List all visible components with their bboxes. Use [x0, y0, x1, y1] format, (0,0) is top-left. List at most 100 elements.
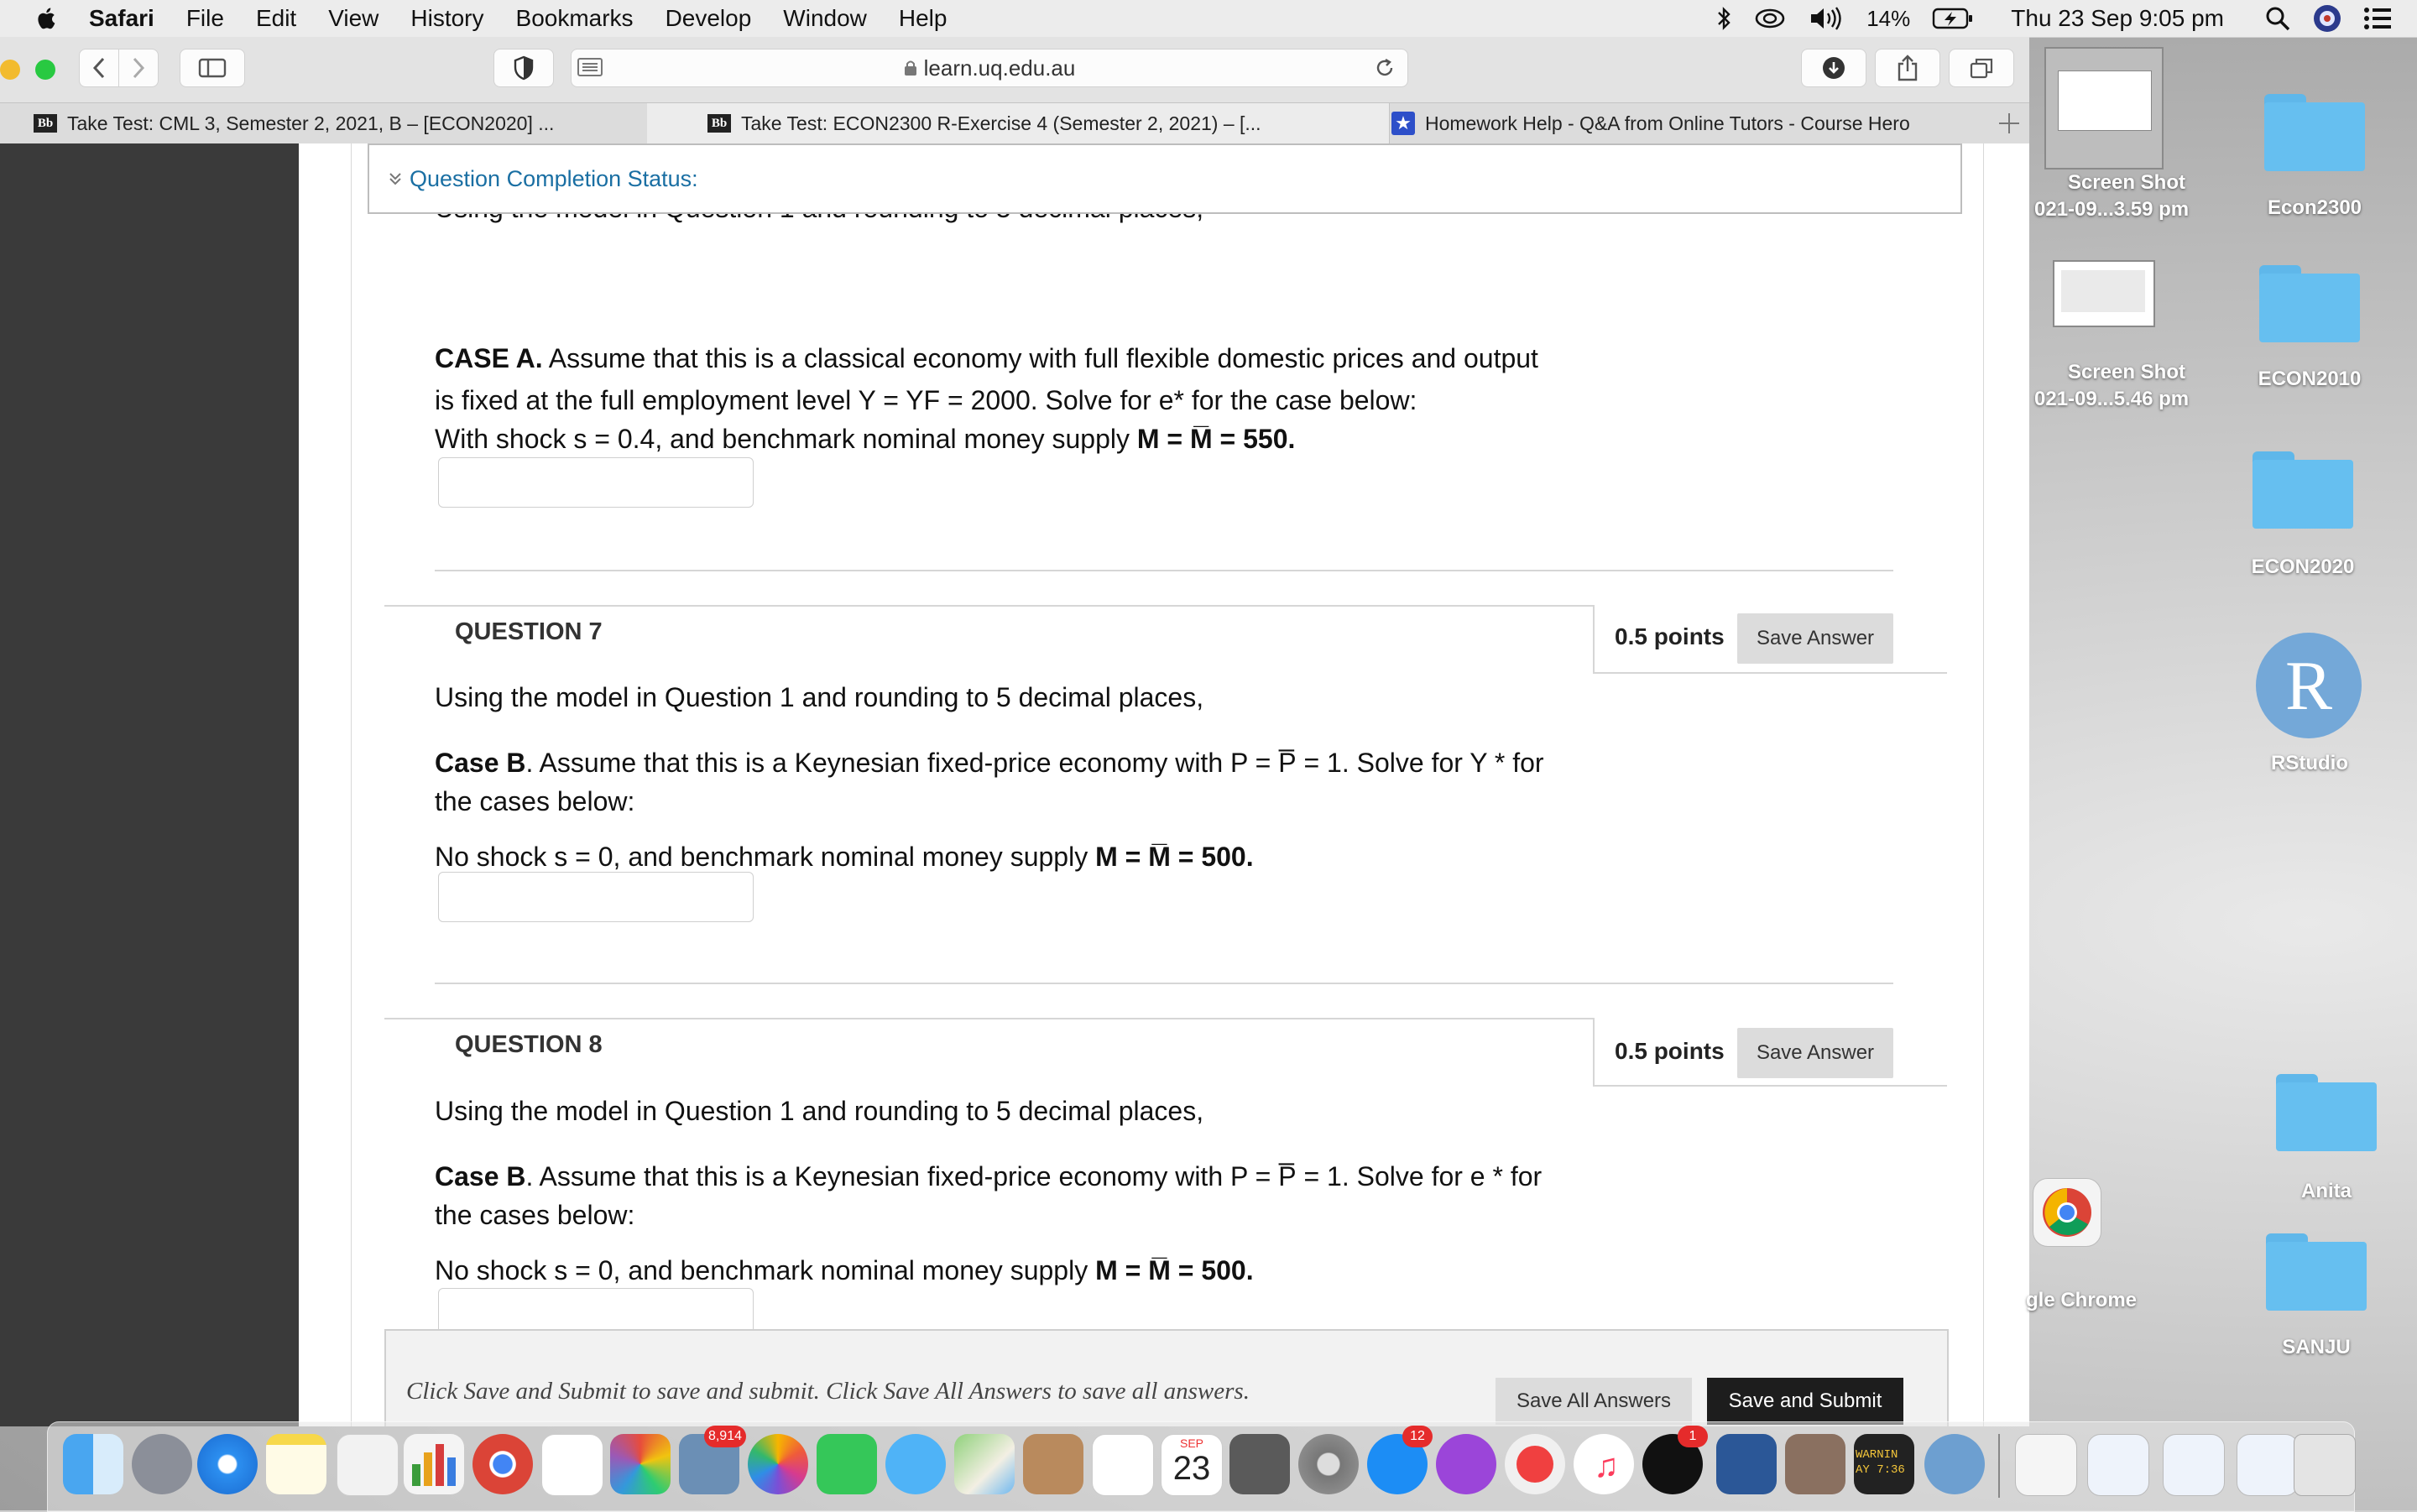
chrome-label[interactable]: gle Chrome: [2026, 1289, 2143, 1312]
tab-course-hero[interactable]: ★ Homework Help - Q&A from Online Tutors…: [1329, 103, 2047, 143]
address-bar[interactable]: learn.uq.edu.au: [571, 49, 1408, 87]
facetime-icon[interactable]: [817, 1434, 877, 1494]
calculator-icon[interactable]: [1229, 1434, 1290, 1494]
console-icon[interactable]: WARNIN AY 7:36: [1854, 1434, 1914, 1494]
course-hero-favicon-icon: ★: [1391, 112, 1415, 135]
news-icon[interactable]: [1505, 1434, 1565, 1494]
question-7-answer-input[interactable]: [438, 872, 754, 922]
trash-icon[interactable]: [2294, 1434, 2356, 1496]
screenshot-thumbnail-2[interactable]: [2053, 260, 2155, 327]
downloads-stack-icon[interactable]: [2015, 1434, 2077, 1496]
menu-bookmarks[interactable]: Bookmarks: [516, 5, 634, 32]
folder-econ2010-label[interactable]: ECON2010: [2236, 368, 2383, 391]
battery-charging-icon[interactable]: [1932, 7, 1974, 30]
preview-icon[interactable]: 8,914: [679, 1426, 746, 1494]
menu-window[interactable]: Window: [783, 5, 867, 32]
image-capture-icon[interactable]: [1785, 1434, 1845, 1494]
bluetooth-icon[interactable]: [1715, 6, 1732, 31]
folder-icon[interactable]: [2266, 1233, 2367, 1311]
chrome-dock-icon[interactable]: [472, 1434, 533, 1494]
folder-anita-label[interactable]: Anita: [2253, 1180, 2400, 1203]
downloads-button[interactable]: [1801, 49, 1866, 87]
photos-icon[interactable]: [748, 1434, 808, 1494]
script-editor-icon[interactable]: [337, 1434, 399, 1496]
folder-econ2020-label[interactable]: ECON2020: [2229, 555, 2377, 579]
url-text: learn.uq.edu.au: [923, 55, 1076, 81]
safari-window: learn.uq.edu.au Bb Take Test: CML 3, Sem…: [0, 37, 2047, 1426]
notification-center-icon[interactable]: [2363, 6, 2392, 31]
screenshot-2-label[interactable]: Screen Shot 021-09...5.46 pm: [2034, 359, 2189, 413]
divider: [435, 570, 1893, 571]
screenshot-1-label[interactable]: Screen Shot 021-09...3.59 pm: [2034, 169, 2189, 223]
r-app-icon[interactable]: [1924, 1434, 1985, 1494]
forward-button[interactable]: [118, 49, 159, 87]
window-zoom-button[interactable]: [35, 60, 55, 80]
save-and-submit-button[interactable]: Save and Submit: [1707, 1378, 1903, 1425]
word-icon[interactable]: [1716, 1434, 1777, 1494]
tab-econ2300[interactable]: Bb Take Test: ECON2300 R-Exercise 4 (Sem…: [647, 103, 1390, 143]
screenshot-thumbnail-1[interactable]: [2044, 47, 2164, 169]
finder-icon[interactable]: [63, 1434, 123, 1494]
menu-app-name[interactable]: Safari: [89, 5, 154, 32]
save-all-answers-button[interactable]: Save All Answers: [1496, 1378, 1692, 1425]
recent-document-icon[interactable]: [2163, 1434, 2225, 1496]
reload-icon[interactable]: [1374, 57, 1396, 79]
folder-icon[interactable]: [2259, 265, 2360, 342]
folder-sanju-label[interactable]: SANJU: [2242, 1336, 2390, 1359]
creative-cloud-icon[interactable]: [1754, 7, 1786, 30]
case-a-money: M = M̅ = 550.: [1136, 424, 1296, 454]
question-completion-status[interactable]: Question Completion Status:: [368, 143, 1962, 214]
notes-icon[interactable]: [266, 1434, 326, 1494]
tab-cml3[interactable]: Bb Take Test: CML 3, Semester 2, 2021, B…: [0, 103, 681, 143]
messages-icon[interactable]: [885, 1434, 946, 1494]
menu-develop[interactable]: Develop: [666, 5, 752, 32]
maps-icon[interactable]: [954, 1434, 1015, 1494]
rstudio-label[interactable]: RStudio: [2236, 752, 2383, 775]
recent-document-icon[interactable]: [2237, 1434, 2299, 1496]
folder-icon[interactable]: [2276, 1074, 2377, 1151]
folder-icon[interactable]: [2253, 451, 2353, 529]
privacy-report-button[interactable]: [493, 49, 554, 87]
sidebar-toggle-button[interactable]: [180, 49, 245, 87]
calendar-icon[interactable]: SEP 23: [1161, 1434, 1223, 1496]
tab-overview-button[interactable]: [1949, 49, 2014, 87]
menu-edit[interactable]: Edit: [256, 5, 296, 32]
menubar-clock[interactable]: Thu 23 Sep 9:05 pm: [2011, 5, 2224, 32]
rstudio-app-icon[interactable]: R: [2256, 633, 2362, 738]
system-preferences-icon[interactable]: [1298, 1434, 1359, 1494]
lock-icon: [904, 60, 916, 76]
podcasts-icon[interactable]: [1436, 1434, 1496, 1494]
menu-view[interactable]: View: [328, 5, 378, 32]
keynote-icon[interactable]: [541, 1434, 603, 1496]
music-icon[interactable]: ♫: [1574, 1434, 1634, 1494]
launchpad-icon[interactable]: [132, 1434, 192, 1494]
question-8-save-answer-button[interactable]: Save Answer: [1737, 1028, 1893, 1078]
reminders-icon[interactable]: [1092, 1434, 1154, 1496]
case-a-answer-input[interactable]: [438, 457, 754, 508]
app-store-icon[interactable]: 12: [1367, 1426, 1433, 1494]
question-7-case-text2: the cases below:: [435, 786, 635, 816]
menu-history[interactable]: History: [410, 5, 483, 32]
menu-help[interactable]: Help: [899, 5, 947, 32]
folder-icon[interactable]: [2264, 94, 2365, 171]
reader-view-button[interactable]: [571, 49, 609, 86]
spotlight-search-icon[interactable]: [2264, 5, 2291, 32]
question-7-save-answer-button[interactable]: Save Answer: [1737, 613, 1893, 664]
apple-tv-icon[interactable]: 1: [1642, 1426, 1708, 1494]
safari-icon[interactable]: [197, 1434, 258, 1494]
volume-icon[interactable]: [1808, 6, 1845, 31]
chrome-icon: [2043, 1188, 2091, 1237]
window-minimize-button[interactable]: [0, 60, 20, 80]
user-avatar-icon[interactable]: [2313, 4, 2341, 33]
apple-icon[interactable]: [34, 5, 60, 32]
folder-econ2300-label[interactable]: Econ2300: [2241, 196, 2388, 220]
back-button[interactable]: [79, 49, 119, 87]
color-ui-icon[interactable]: [610, 1434, 671, 1494]
share-button[interactable]: [1875, 49, 1940, 87]
chrome-app-icon[interactable]: [2033, 1178, 2101, 1247]
contacts-icon[interactable]: [1023, 1434, 1083, 1494]
menu-file[interactable]: File: [186, 5, 224, 32]
new-tab-button[interactable]: [1994, 108, 2024, 138]
numbers-icon[interactable]: [404, 1434, 464, 1494]
recent-document-icon[interactable]: [2087, 1434, 2149, 1496]
